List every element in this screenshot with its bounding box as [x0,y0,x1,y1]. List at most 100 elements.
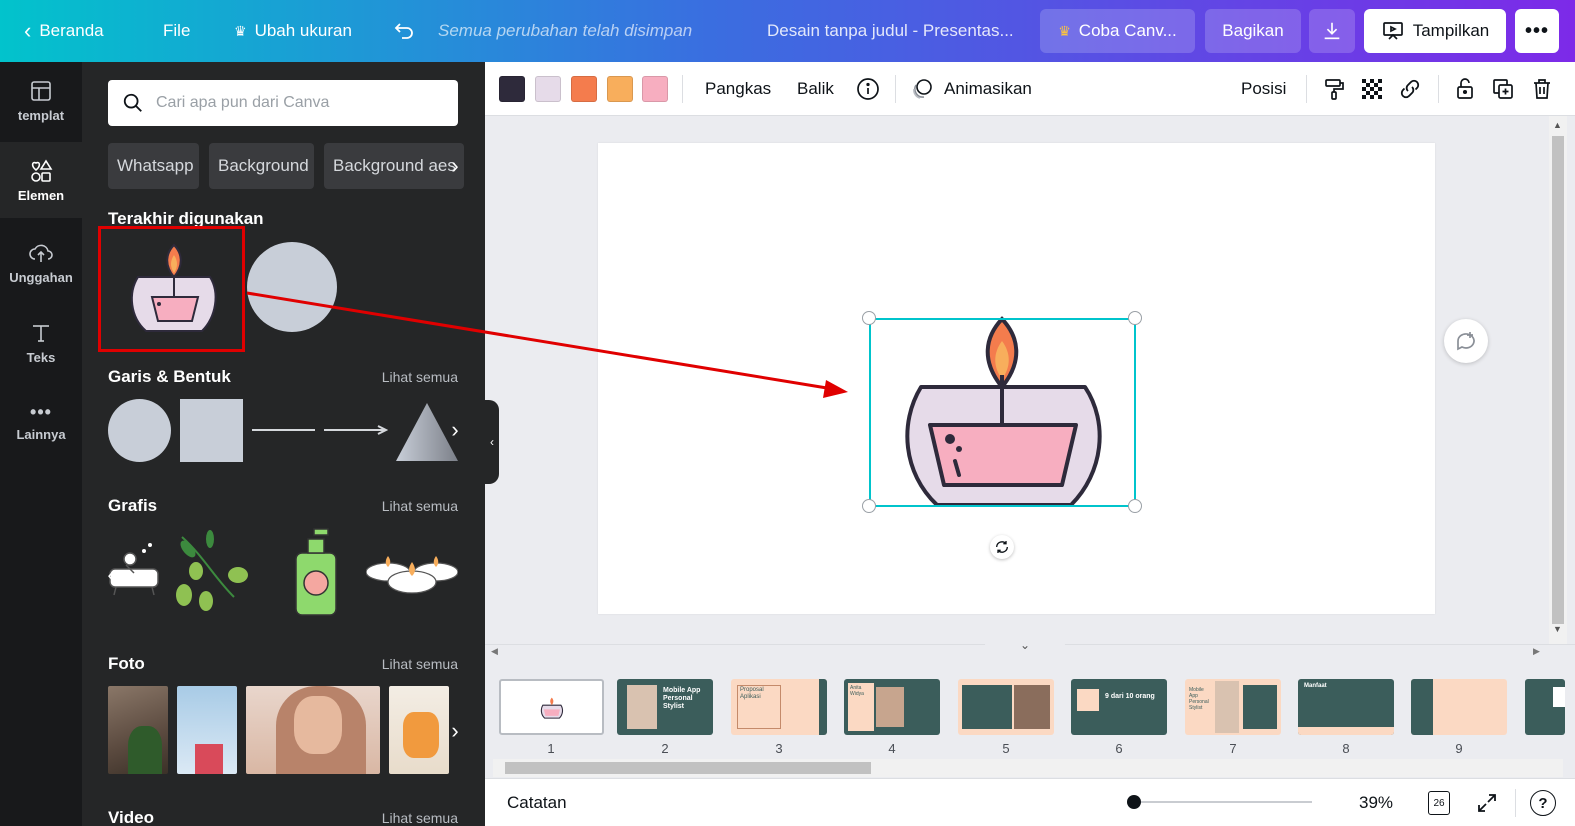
flip-button[interactable]: Balik [797,62,834,116]
rail-label: Unggahan [9,269,73,285]
color-swatch-5[interactable] [642,76,668,102]
resize-handle-top-right[interactable] [1128,311,1142,325]
design-page[interactable] [598,143,1435,614]
vertical-scrollbar[interactable]: ▲ ▼ [1549,116,1567,644]
file-menu-button[interactable]: File [163,0,190,62]
resize-button[interactable]: ♛ Ubah ukuran [234,0,352,62]
search-input[interactable] [156,94,446,112]
graphics-see-all-link[interactable]: Lihat semua [382,498,458,514]
rail-item-more[interactable]: ••• Lainnya [0,384,82,460]
color-swatch-3[interactable] [571,76,597,102]
search-box[interactable] [108,80,458,126]
animate-button[interactable]: Animasikan [910,62,1032,116]
strip-scroll-left-icon[interactable]: ◀ [491,646,498,657]
delete-button[interactable] [1528,75,1556,103]
page-number: 2 [661,741,669,756]
download-button[interactable] [1309,9,1355,53]
page-thumbnail-7[interactable]: Mobile App Personal Stylist [1185,679,1281,735]
fullscreen-button[interactable] [1475,791,1499,815]
transparency-button[interactable] [1358,75,1386,103]
page-thumbnail-8[interactable]: Manfaat [1298,679,1394,735]
share-button[interactable]: Bagikan [1205,9,1301,53]
paint-roller-icon [1325,79,1344,100]
photos-next-arrow[interactable]: › [444,708,466,754]
page-thumbnail-6[interactable]: 9 dari 10 orang [1071,679,1167,735]
rail-item-text[interactable]: Teks [0,304,82,380]
shapes-next-arrow[interactable]: › [444,407,466,453]
leaf-shape [128,726,162,774]
home-button[interactable]: ‹ Beranda [24,0,104,62]
more-menu-button[interactable]: ••• [1515,9,1559,53]
resize-handle-bottom-left[interactable] [862,499,876,513]
photo-1[interactable] [108,686,168,774]
graphic-soap-bottle[interactable] [292,527,342,617]
rotate-icon [996,541,1008,553]
recent-circle-shape[interactable] [247,242,337,332]
color-swatch-4[interactable] [607,76,633,102]
zoom-slider-track[interactable] [1132,801,1312,803]
zoom-slider-knob[interactable] [1127,795,1141,809]
notes-button[interactable]: Catatan [507,779,567,826]
toolbar-divider [682,75,683,103]
photos-see-all-link[interactable]: Lihat semua [382,656,458,672]
graphic-olive-branch[interactable] [174,527,260,617]
page-thumbnail-10[interactable] [1525,679,1565,735]
crop-label: Pangkas [705,79,772,98]
chips-next-arrow[interactable]: › [444,143,466,189]
page-thumbnail-9[interactable] [1411,679,1507,735]
try-pro-button[interactable]: ♛ Coba Canv... [1040,9,1195,53]
chip-background[interactable]: Background [209,143,314,189]
photo-4[interactable] [389,686,449,774]
page-thumbnail-3[interactable]: Proposal Aplikasi [731,679,827,735]
document-title[interactable]: Desain tanpa judul - Presentas... [767,0,1014,62]
page-thumbnail-5[interactable] [958,679,1054,735]
strip-collapse-toggle[interactable]: ⌄ [985,635,1065,655]
strip-scroll-right-icon[interactable]: ▶ [1533,646,1540,657]
add-comment-button[interactable] [1444,319,1488,363]
lock-button[interactable] [1451,75,1479,103]
help-button[interactable]: ? [1530,790,1556,816]
page-thumbnail-2[interactable]: Mobile App Personal Stylist [617,679,713,735]
video-see-all-link[interactable]: Lihat semua [382,810,458,826]
shapes-see-all-link[interactable]: Lihat semua [382,369,458,385]
info-button[interactable] [854,75,882,103]
resize-handle-top-left[interactable] [862,311,876,325]
crop-button[interactable]: Pangkas [705,62,771,116]
copy-style-button[interactable] [1320,75,1348,103]
chip-whatsapp[interactable]: Whatsapp [108,143,199,189]
horizontal-scroll-thumb[interactable] [505,762,871,774]
undo-button[interactable] [392,0,416,62]
photo-2[interactable] [177,686,237,774]
horizontal-scrollbar[interactable] [493,759,1563,777]
graphic-candles[interactable] [365,542,459,602]
line-shape[interactable] [252,429,315,431]
square-shape[interactable] [180,399,243,462]
vertical-scroll-thumb[interactable] [1552,136,1564,624]
circle-shape[interactable] [108,399,171,462]
page-thumbnail-4[interactable]: Anita Widya [844,679,940,735]
zoom-level[interactable]: 39% [1359,779,1393,826]
present-button[interactable]: Tampilkan [1364,9,1506,53]
trash-icon [1534,79,1550,99]
rail-item-templates[interactable]: templat [0,62,82,138]
chip-background-aes[interactable]: Background aes [324,143,464,189]
graphics-prev-arrow[interactable]: ‹ [100,552,122,598]
scroll-up-icon[interactable]: ▲ [1553,120,1562,130]
resize-handle-bottom-right[interactable] [1128,499,1142,513]
page-thumbnail-1[interactable] [499,679,604,735]
color-swatch-2[interactable] [535,76,561,102]
panel-collapse-handle[interactable]: ‹ [485,400,499,484]
rail-item-uploads[interactable]: Unggahan [0,224,82,300]
photo-3[interactable] [246,686,380,774]
link-button[interactable] [1396,75,1424,103]
position-button[interactable]: Posisi [1241,62,1286,116]
rotate-handle[interactable] [990,535,1014,559]
page-count-button[interactable]: 26 [1428,791,1450,815]
duplicate-button[interactable] [1489,75,1517,103]
search-icon [123,93,142,112]
color-swatch-1[interactable] [499,76,525,102]
page-number: 8 [1342,741,1350,756]
rail-item-elements[interactable]: Elemen [0,142,82,218]
scroll-down-icon[interactable]: ▼ [1553,624,1562,634]
arrow-line-shape[interactable] [324,422,389,438]
